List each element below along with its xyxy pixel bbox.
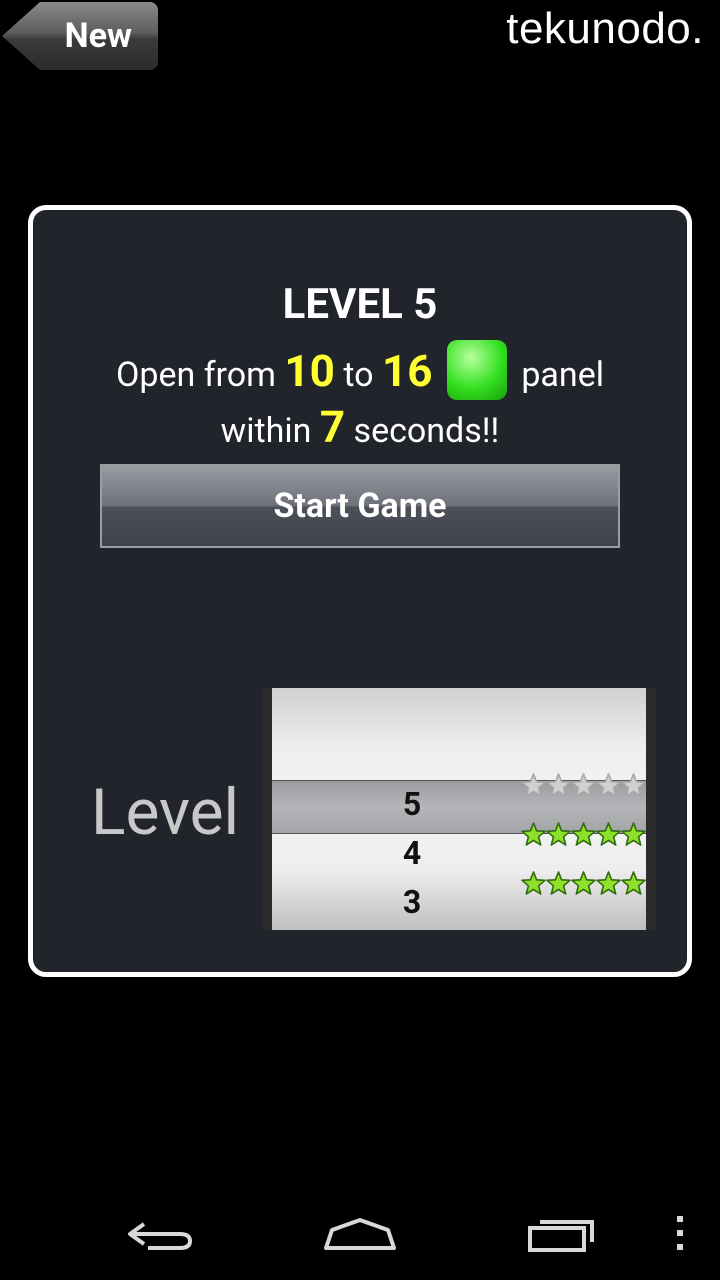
- new-back-button[interactable]: New: [2, 2, 158, 70]
- goal-from-value: 10: [284, 345, 335, 397]
- star-filled-icon: [571, 871, 596, 895]
- goal-to-value: 16: [381, 345, 433, 397]
- star-filled-icon: [596, 871, 621, 895]
- goal-panel-word: panel: [521, 355, 604, 395]
- goal-within: within: [220, 411, 312, 451]
- star-empty-icon: [621, 773, 646, 797]
- picker-star-rating: [521, 822, 646, 847]
- menu-icon[interactable]: [672, 1210, 688, 1260]
- star-filled-icon: [571, 822, 596, 846]
- app-logo: tekunodo.: [506, 4, 704, 53]
- star-empty-icon: [521, 773, 546, 797]
- picker-level-number: 5: [402, 785, 422, 823]
- star-filled-icon: [546, 822, 571, 846]
- goal-prefix: Open from: [116, 355, 276, 395]
- level-panel: LEVEL 5 Open from 10 to 16 panel within …: [28, 205, 692, 977]
- goal-to-word: to: [343, 355, 374, 395]
- goal-suffix: seconds!!: [353, 411, 500, 451]
- back-button-label: New: [64, 16, 132, 56]
- picker-level-number: 4: [402, 834, 422, 872]
- picker-level-number: 3: [402, 883, 422, 921]
- star-filled-icon: [596, 822, 621, 846]
- star-empty-icon: [571, 773, 596, 797]
- back-icon[interactable]: [124, 1210, 196, 1260]
- level-goal: Open from 10 to 16 panel within 7 second…: [33, 340, 687, 457]
- start-game-button[interactable]: Start Game: [100, 464, 620, 548]
- star-filled-icon: [621, 871, 646, 895]
- picker-star-rating: [521, 871, 646, 896]
- goal-seconds-value: 7: [319, 401, 346, 453]
- level-title: LEVEL 5: [282, 280, 438, 329]
- star-filled-icon: [521, 871, 546, 895]
- star-filled-icon: [546, 871, 571, 895]
- goal-line-1: Open from 10 to 16 panel: [33, 340, 687, 401]
- star-empty-icon: [596, 773, 621, 797]
- picker-star-rating: [521, 773, 646, 798]
- green-panel-icon: [446, 340, 507, 400]
- picker-row-level-3[interactable]: 3: [272, 871, 646, 930]
- star-empty-icon: [546, 773, 571, 797]
- goal-line-2: within 7 seconds!!: [33, 401, 687, 457]
- star-filled-icon: [521, 822, 546, 846]
- system-nav-bar: [0, 1196, 720, 1280]
- recent-apps-icon[interactable]: [526, 1210, 598, 1260]
- level-picker[interactable]: 5 4 3: [262, 688, 656, 930]
- start-game-label: Start Game: [273, 486, 447, 526]
- home-icon[interactable]: [322, 1210, 398, 1260]
- star-filled-icon: [621, 822, 646, 846]
- level-label: Level: [91, 775, 240, 850]
